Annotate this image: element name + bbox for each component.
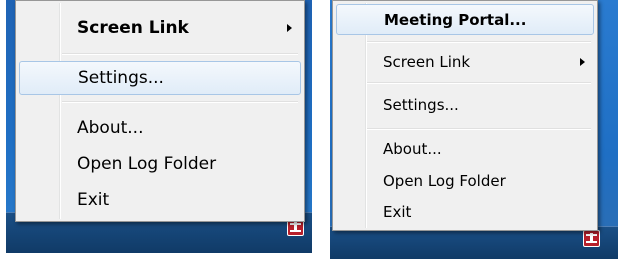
menu-item-label: Screen Link (77, 18, 189, 38)
menu-item-open-log-folder[interactable]: Open Log Folder (19, 147, 301, 181)
menu-separator (367, 82, 591, 84)
menu-item-settings[interactable]: Settings... (336, 90, 594, 120)
left-screenshot: Screen Link Settings... About... Open Lo… (6, 0, 312, 253)
context-menu: Meeting Portal... Screen Link Settings..… (332, 0, 598, 231)
menu-item-screen-link[interactable]: Screen Link (336, 47, 594, 77)
menu-item-label: Settings... (383, 96, 459, 114)
menu-item-meeting-portal[interactable]: Meeting Portal... (336, 4, 594, 35)
menu-item-exit[interactable]: Exit (19, 183, 301, 217)
menu-item-label: Meeting Portal... (384, 10, 527, 29)
menu-separator (367, 128, 591, 130)
menu-item-label: Settings... (78, 68, 164, 88)
menu-item-label: Exit (383, 203, 412, 221)
menu-item-label: About... (77, 118, 144, 138)
menu-item-about[interactable]: About... (336, 134, 594, 164)
menu-item-settings[interactable]: Settings... (19, 61, 301, 95)
submenu-arrow-icon (580, 58, 585, 66)
menu-item-label: Open Log Folder (77, 154, 217, 174)
menu-item-exit[interactable]: Exit (336, 197, 594, 227)
menu-item-label: Screen Link (383, 53, 471, 71)
menu-item-label: Open Log Folder (383, 172, 506, 190)
right-screenshot: Meeting Portal... Screen Link Settings..… (330, 0, 618, 259)
context-menu: Screen Link Settings... About... Open Lo… (15, 0, 305, 222)
menu-separator (62, 101, 298, 103)
menu-separator (367, 41, 591, 43)
submenu-arrow-icon (287, 24, 292, 32)
menu-item-screen-link[interactable]: Screen Link (19, 11, 301, 45)
conference-tray-icon[interactable] (583, 230, 600, 247)
menu-item-about[interactable]: About... (19, 111, 301, 145)
menu-item-open-log-folder[interactable]: Open Log Folder (336, 166, 594, 196)
menu-item-label: About... (383, 140, 442, 158)
menu-item-label: Exit (77, 190, 110, 210)
menu-separator (62, 53, 298, 55)
